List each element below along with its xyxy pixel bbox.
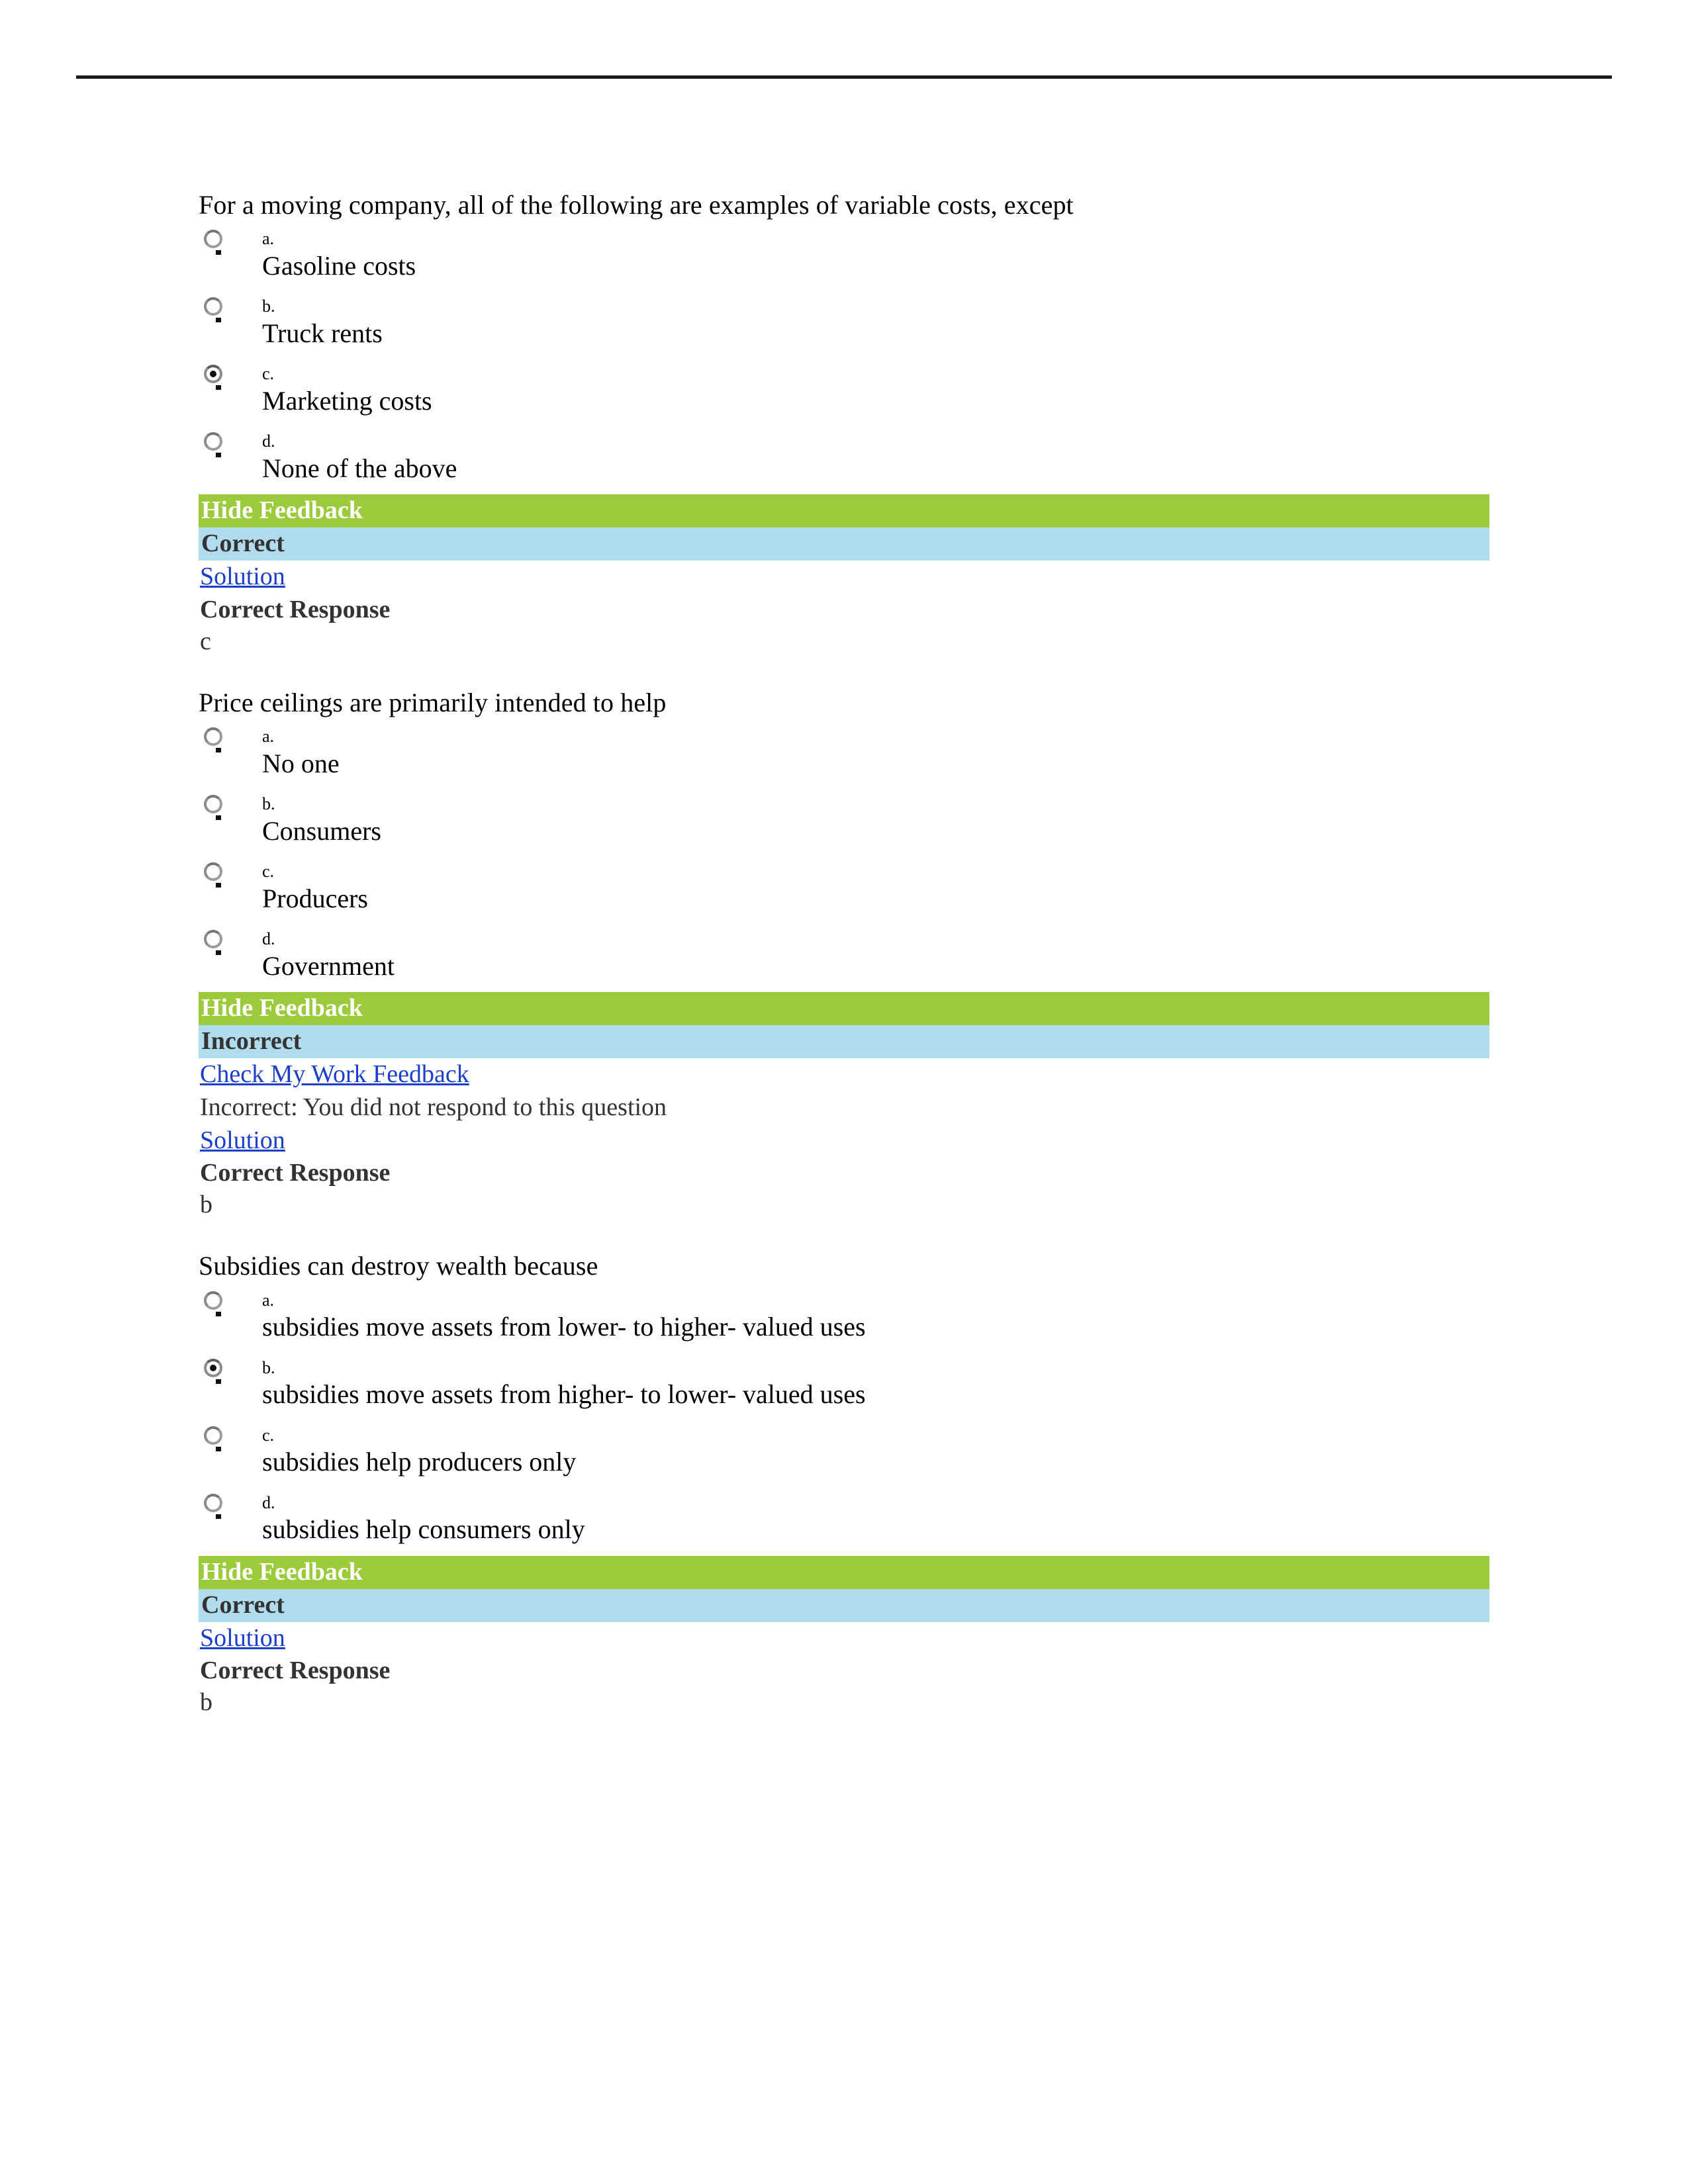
answer-option-letter: a. [262,229,275,249]
answer-option-text[interactable]: subsidies move assets from higher- to lo… [262,1377,1615,1410]
answer-option[interactable]: a. Gasoline costs [199,224,1615,288]
question-block: Price ceilings are primarily intended to… [199,687,1615,1221]
answer-option-text[interactable]: Truck rents [262,316,1615,349]
correct-response-label: Correct Response [200,1657,391,1685]
page-header-rule [76,75,1612,79]
answer-option[interactable]: d. subsidies help consumers only [199,1488,1615,1552]
answer-option[interactable]: c. Marketing costs [199,359,1615,423]
radio-button-icon[interactable] [204,1426,222,1451]
radio-button-icon[interactable] [204,297,222,323]
answer-option-text[interactable]: Marketing costs [262,384,1615,416]
document-page: For a moving company, all of the followi… [0,0,1688,2184]
answer-option-text[interactable]: subsidies help consumers only [262,1512,1615,1545]
radio-button-selected-icon[interactable] [204,1358,222,1384]
radio-button-icon[interactable] [204,230,222,255]
feedback-section: Hide Feedback Correct Solution Correct Resp… [199,494,1615,658]
correct-response-label: Correct Response [200,595,391,623]
answer-option-text[interactable]: subsidies help producers only [262,1445,1615,1477]
radio-button-icon[interactable] [204,727,222,753]
radio-button-icon[interactable] [204,1291,222,1316]
answer-option-text[interactable]: Consumers [262,814,1615,846]
grading-status-badge: Correct [199,527,1489,561]
answer-option[interactable]: c. Producers [199,857,1615,921]
answer-option-text[interactable]: None of the above [262,451,1615,484]
hide-feedback-button[interactable]: Hide Feedback [199,494,1489,528]
radio-button-icon[interactable] [204,930,222,956]
answer-option[interactable]: b. Truck rents [199,292,1615,355]
answer-option-letter: c. [262,862,275,882]
answer-option[interactable]: b. Consumers [199,790,1615,853]
solution-link[interactable]: Solution [199,1622,1615,1655]
answer-option-letter: a. [262,727,275,747]
question-block: For a moving company, all of the followi… [199,189,1615,658]
answer-option-letter: d. [262,929,275,949]
radio-button-selected-icon[interactable] [204,365,222,390]
hide-feedback-button[interactable]: Hide Feedback [199,1555,1489,1589]
answer-option[interactable]: b. subsidies move assets from higher- to … [199,1353,1615,1417]
answer-option[interactable]: c. subsidies help producers only [199,1421,1615,1484]
answer-option-letter: d. [262,1492,275,1512]
feedback-section: Hide Feedback Incorrect Check My Work Feed… [199,992,1615,1221]
answer-option-letter: b. [262,296,275,316]
radio-button-icon[interactable] [204,432,222,458]
answer-option[interactable]: a. subsidies move assets from lower- to h… [199,1286,1615,1349]
correct-response-value: b [200,1688,212,1716]
answer-option-text[interactable]: subsidies move assets from lower- to hig… [262,1310,1615,1342]
hide-feedback-button[interactable]: Hide Feedback [199,992,1489,1026]
answer-option-text[interactable]: No one [262,747,1615,779]
question-stem: Subsidies can destroy wealth because [199,1251,598,1281]
quiz-content: For a moving company, all of the followi… [199,189,1615,1719]
grading-status-badge: Correct [199,1588,1489,1622]
correct-response-value: c [200,627,211,655]
correct-response-label: Correct Response [200,1159,391,1187]
question-stem: Price ceilings are primarily intended to… [199,688,667,718]
answer-option-list: a. subsidies move assets from lower- to h… [199,1286,1615,1552]
answer-option-letter: b. [262,1357,275,1377]
solution-link[interactable]: Solution [199,561,1615,594]
feedback-section: Hide Feedback Correct Solution Correct Resp… [199,1555,1615,1719]
radio-button-icon[interactable] [204,1493,222,1519]
answer-option-letter: c. [262,1425,275,1445]
answer-option-text[interactable]: Government [262,949,1615,981]
answer-option-text[interactable]: Gasoline costs [262,249,1615,281]
answer-option[interactable]: d. None of the above [199,427,1615,490]
answer-option-text[interactable]: Producers [262,882,1615,914]
answer-option-letter: a. [262,1290,275,1310]
solution-link[interactable]: Solution [199,1124,1615,1158]
radio-button-icon[interactable] [204,795,222,821]
correct-response-value: b [200,1190,212,1218]
radio-button-icon[interactable] [204,862,222,888]
question-block: Subsidies can destroy wealth because a. su… [199,1250,1615,1719]
answer-option-list: a. No one b. Consumers c. Producers d. Governme… [199,722,1615,988]
question-spacer [199,658,1615,687]
answer-option-letter: c. [262,364,275,384]
check-my-work-feedback-link[interactable]: Check My Work Feedback [199,1058,1615,1091]
answer-option[interactable]: d. Government [199,925,1615,988]
check-my-work-feedback-text: Incorrect: You did not respond to this q… [200,1093,667,1122]
question-spacer [199,1221,1615,1250]
answer-option-letter: d. [262,432,275,451]
answer-option-list: a. Gasoline costs b. Truck rents c. Marketing… [199,224,1615,490]
answer-option[interactable]: a. No one [199,722,1615,786]
answer-option-letter: b. [262,794,275,814]
grading-status-badge: Incorrect [199,1025,1489,1059]
question-stem: For a moving company, all of the followi… [199,190,1074,220]
